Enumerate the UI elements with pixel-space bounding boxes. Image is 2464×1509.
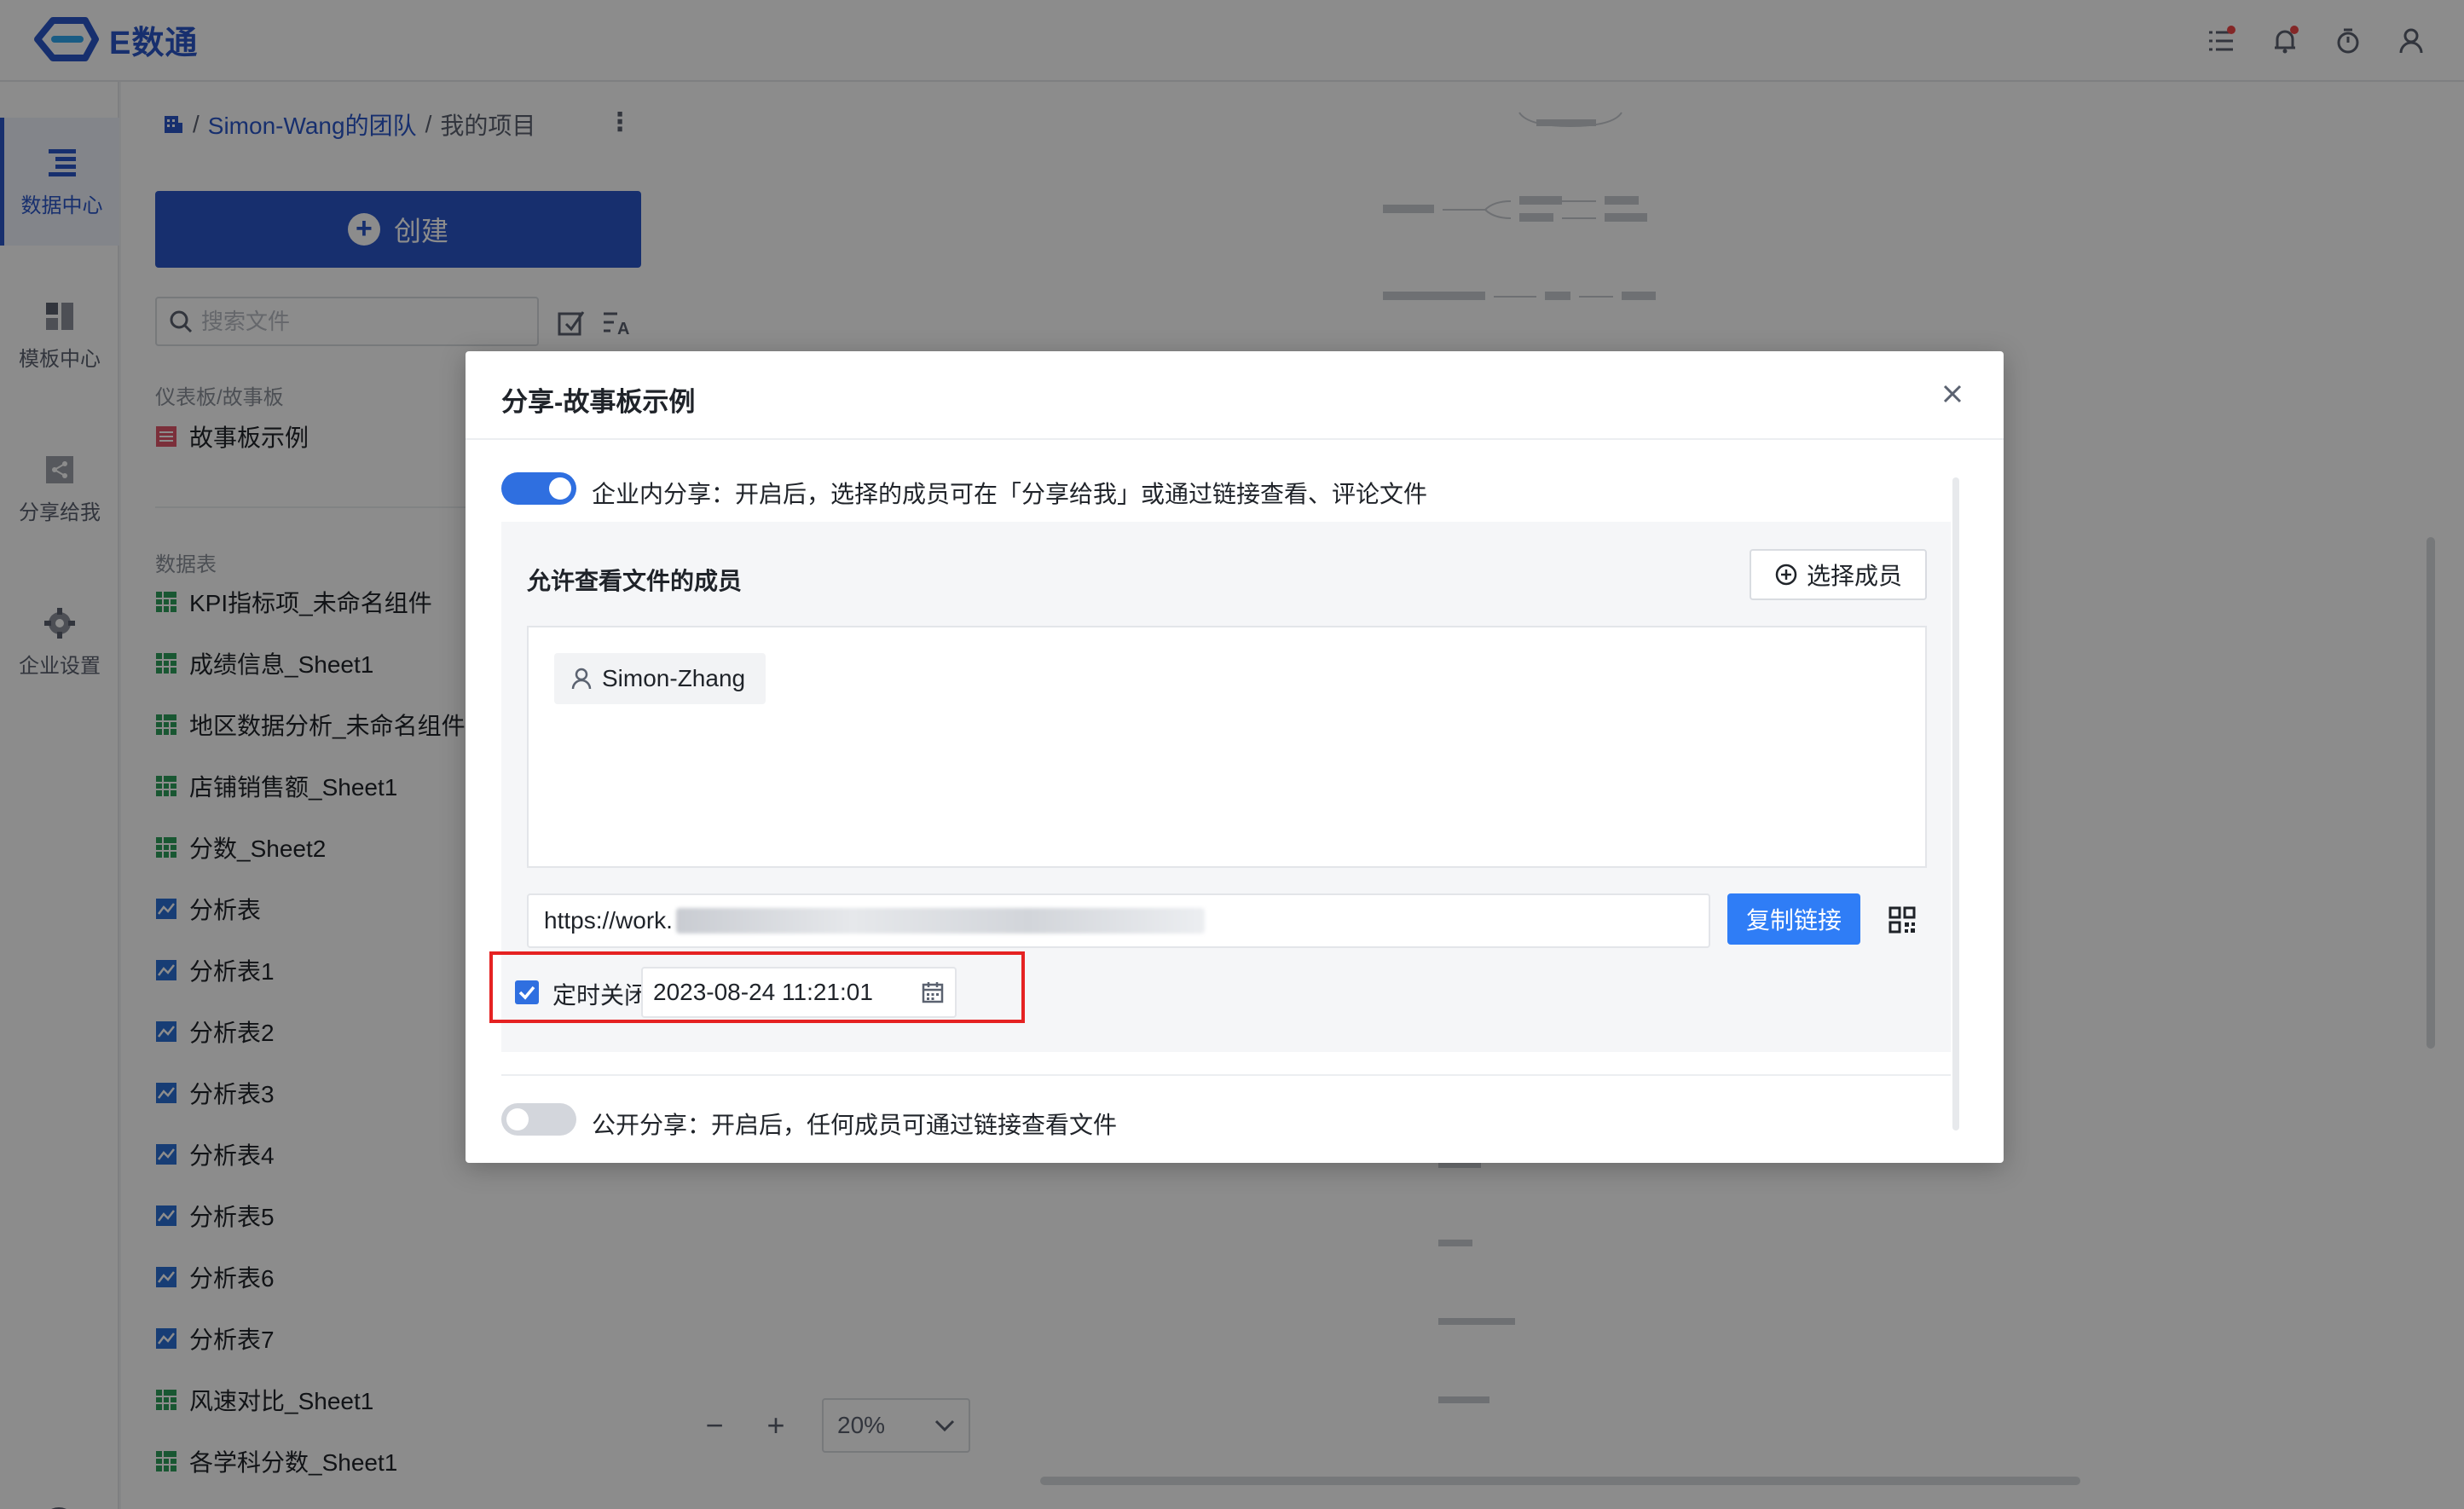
blurred-link (675, 908, 1205, 934)
check-icon (518, 986, 535, 1000)
internal-share-label: 企业内分享：开启后，选择的成员可在「分享给我」或通过链接查看、评论文件 (592, 481, 1428, 507)
select-members-button[interactable]: 选择成员 (1750, 549, 1927, 600)
dialog-title: 分享-故事板示例 (501, 387, 696, 417)
share-link-text: https://work. (544, 907, 673, 934)
dialog-divider (501, 1074, 1951, 1076)
toggle-knob (506, 1108, 529, 1130)
calendar-icon[interactable] (921, 980, 945, 1004)
dialog-scrollbar[interactable] (1952, 477, 1959, 1130)
public-share-label: 公开分享：开启后，任何成员可通过链接查看文件 (592, 1112, 1118, 1138)
share-link-field[interactable]: https://work. (527, 893, 1710, 948)
members-title: 允许查看文件的成员 (527, 568, 743, 594)
user-icon (571, 668, 592, 690)
internal-share-panel: 允许查看文件的成员 选择成员 Simon-Zhang https://work.… (489, 522, 1951, 1052)
datetime-picker[interactable]: 2023-08-24 11:21:01 (641, 967, 957, 1018)
copy-link-button[interactable]: 复制链接 (1727, 893, 1860, 945)
share-dialog: 分享-故事板示例 企业内分享：开启后，选择的成员可在「分享给我」或通过链接查看、… (466, 351, 2004, 1163)
members-list: Simon-Zhang (527, 626, 1927, 868)
toggle-knob (549, 477, 571, 500)
member-tag[interactable]: Simon-Zhang (554, 653, 766, 704)
dialog-header: 分享-故事板示例 (466, 351, 2004, 440)
public-share-toggle[interactable] (501, 1103, 576, 1136)
scheduled-close-label: 定时关闭 (552, 982, 649, 1009)
member-name: Simon-Zhang (602, 665, 746, 691)
select-members-label: 选择成员 (1806, 563, 1902, 589)
scheduled-close-checkbox[interactable] (515, 980, 539, 1004)
qr-code-icon[interactable] (1888, 905, 1917, 934)
datetime-value: 2023-08-24 11:21:01 (653, 979, 873, 1005)
scheduled-close-row: 定时关闭 2023-08-24 11:21:01 (489, 951, 1030, 1033)
close-icon[interactable] (1937, 379, 1968, 409)
internal-share-toggle[interactable] (501, 472, 576, 505)
plus-circle-icon (1775, 564, 1797, 586)
